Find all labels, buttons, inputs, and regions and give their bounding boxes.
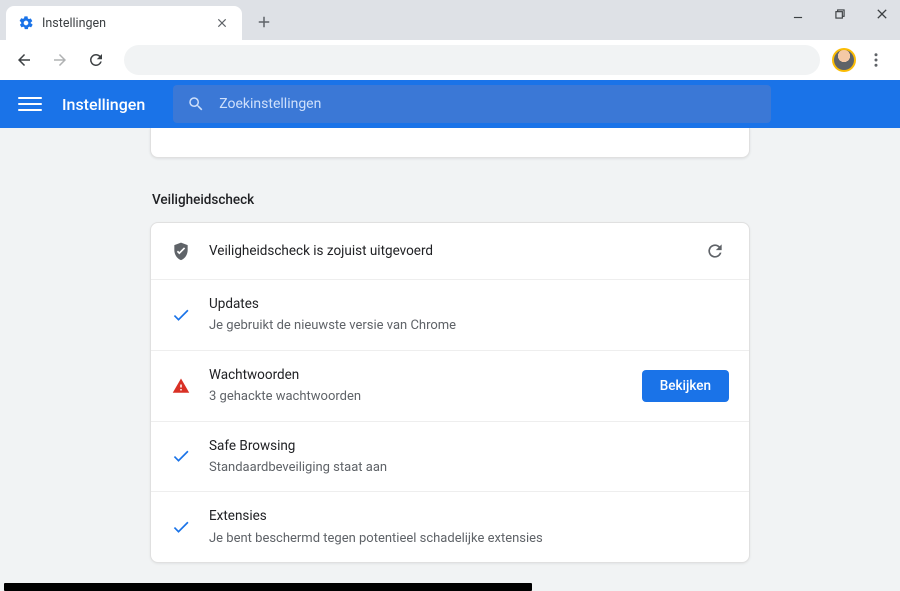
updates-row: Updates Je gebruikt de nieuwste versie v… [151,279,749,350]
check-icon [171,517,191,537]
forward-button[interactable] [44,44,76,76]
gear-icon [18,15,34,31]
browser-toolbar [0,40,900,80]
view-passwords-button[interactable]: Bekijken [642,370,729,402]
safety-status-row: Veiligheidscheck is zojuist uitgevoerd [151,223,749,279]
safety-status-text: Veiligheidscheck is zojuist uitgevoerd [209,241,683,261]
safebrowsing-sub: Standaardbeveiliging staat aan [209,458,729,478]
settings-header: Instellingen [0,80,900,128]
omnibox[interactable] [124,45,820,75]
back-button[interactable] [8,44,40,76]
new-tab-button[interactable] [250,8,278,36]
warning-icon [171,377,191,395]
restore-button[interactable] [830,4,850,24]
bottom-strip [4,583,532,591]
profile-avatar[interactable] [832,48,856,72]
extensions-sub: Je bent beschermd tegen potentieel schad… [209,529,729,549]
safebrowsing-title: Safe Browsing [209,436,729,456]
tab-title: Instellingen [42,16,206,31]
search-icon [187,95,205,113]
rerun-safety-button[interactable] [701,237,729,265]
section-title-safety: Veiligheidscheck [152,192,750,208]
extensions-title: Extensies [209,506,729,526]
passwords-row: Wachtwoorden 3 gehackte wachtwoorden Bek… [151,350,749,421]
safety-check-card: Veiligheidscheck is zojuist uitgevoerd U… [150,222,750,563]
safebrowsing-row: Safe Browsing Standaardbeveiliging staat… [151,421,749,492]
minimize-button[interactable] [788,4,808,24]
kebab-menu-icon[interactable] [860,44,892,76]
hamburger-icon[interactable] [18,92,42,116]
check-icon [171,305,191,325]
browser-tabstrip: Instellingen [0,0,900,40]
passwords-sub: 3 gehackte wachtwoorden [209,387,624,407]
check-icon [171,446,191,466]
reload-button[interactable] [80,44,112,76]
updates-sub: Je gebruikt de nieuwste versie van Chrom… [209,316,729,336]
extensions-row: Extensies Je bent beschermd tegen potent… [151,491,749,562]
content-area: Veiligheidscheck Veiligheidscheck is zoj… [0,128,900,591]
active-tab[interactable]: Instellingen [6,6,242,40]
shield-check-icon [171,241,191,261]
window-close-button[interactable] [872,4,892,24]
search-input[interactable] [219,96,757,112]
passwords-title: Wachtwoorden [209,365,624,385]
page-title: Instellingen [62,95,145,114]
settings-search[interactable] [173,85,771,123]
window-controls [788,4,892,24]
updates-title: Updates [209,294,729,314]
previous-card-tail [150,128,750,158]
close-icon[interactable] [214,15,230,31]
